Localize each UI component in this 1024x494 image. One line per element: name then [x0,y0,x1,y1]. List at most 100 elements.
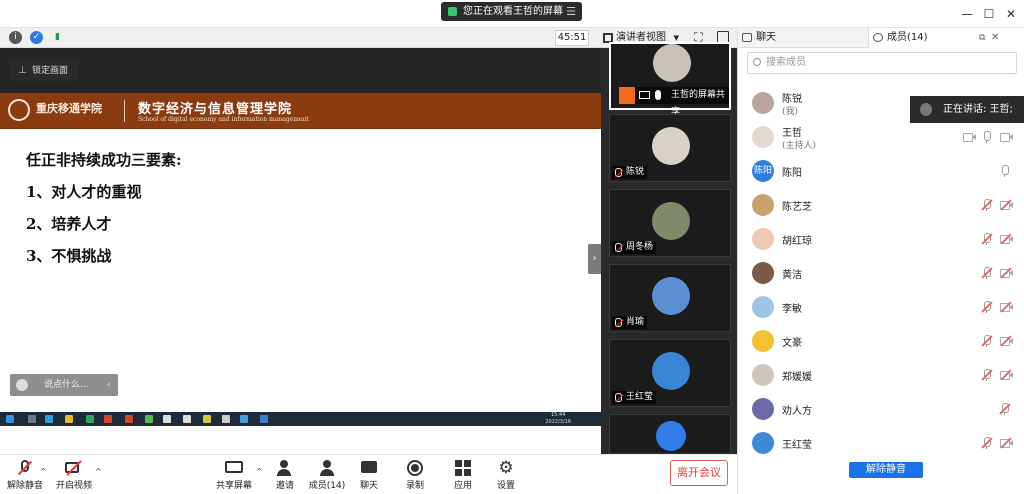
meeting-timer: 45:51 [555,30,589,46]
lock-view-label: 锁定画面 [32,66,69,76]
close-icon[interactable]: ✕ [991,28,999,48]
chevron-up-icon[interactable]: ^ [40,467,47,476]
share-bottom-area [0,426,601,454]
tile-name: 王红莹 [626,392,654,402]
invite-button[interactable]: 邀请 [262,459,308,493]
slide-title: 任正非持续成功三要素: [26,151,182,169]
pin-icon: ⊥ [18,65,27,76]
mic-icon[interactable] [1000,165,1010,177]
app-icon [203,415,211,423]
settings-button[interactable]: ⚙ 设置 [483,459,529,493]
popout-icon[interactable]: ⧉ [979,28,985,48]
menu-icon[interactable]: ☰ [566,2,576,21]
video-tile[interactable] [609,414,731,454]
member-row[interactable]: 李敏 [738,290,1024,324]
video-tile[interactable]: 王红莹 [609,339,731,407]
school-name: 数字经济与信息管理学院 [138,102,293,117]
unmute-all-button[interactable]: 解除静音 [849,462,923,478]
screen-share-icon [639,91,650,99]
video-tile[interactable]: 陈锐 [609,114,731,182]
emoji-icon[interactable] [16,379,28,391]
lock-view-button[interactable]: ⊥ 锁定画面 [10,60,78,82]
app-icon [183,415,191,423]
powerpoint-icon [125,415,133,423]
chat-button[interactable]: 聊天 [346,459,392,493]
slide-point: 2、培养人才 [26,215,112,233]
minimize-icon[interactable]: — [959,6,975,22]
mic-icon [655,90,661,100]
host-icon [619,87,635,104]
info-icon[interactable]: i [9,31,22,44]
member-name: 劝人方 [782,406,812,417]
tab-chat[interactable]: 聊天 [738,28,868,48]
chevron-left-icon[interactable]: ‹ [107,374,111,396]
taskbar-clock: 15:44 2022/3/16 [545,412,571,426]
member-row[interactable]: 王红莹 [738,426,1024,460]
member-search-input[interactable]: 搜索成员 [747,52,1017,74]
slide-point: 1、对人才的重视 [26,183,142,201]
member-row[interactable]: 劝人方 [738,392,1024,426]
participant-avatar [652,202,690,240]
maximize-icon[interactable]: ☐ [981,6,997,22]
speaking-text: 正在讲话: 王哲; [943,104,1013,115]
share-screen-label: 共享屏幕 [215,481,252,491]
share-screen-icon [225,460,243,476]
member-row[interactable]: 陈艺芝 [738,188,1024,222]
mic-muted-icon [615,243,622,252]
tile-name: 陈锐 [626,167,645,177]
member-row[interactable]: 黄洁 [738,256,1024,290]
shield-icon[interactable]: ✓ [30,31,43,44]
member-row[interactable]: 胡红琼 [738,222,1024,256]
record-button[interactable]: 录制 [392,459,438,493]
screen-share-icon[interactable] [963,131,976,143]
share-screen-button[interactable]: 共享屏幕 [211,459,257,493]
leave-meeting-button[interactable]: 离开会议 [670,460,728,486]
mic-muted-icon [615,393,622,402]
speaker-avatar [920,103,932,116]
member-row[interactable]: 陈阳 陈阳 [738,154,1024,188]
record-label: 录制 [405,481,424,491]
tab-members[interactable]: 成员(14) ⧉ ✕ [868,28,1024,48]
user-body [277,469,291,476]
avatar-fill [656,421,686,451]
member-name: 陈锐 [782,94,802,105]
wechat-icon [145,415,153,423]
presenter-top-band [0,48,601,93]
record-icon [406,460,424,476]
apps-button[interactable]: 应用 [440,459,486,493]
presenter-taskbar: 15:44 2022/3/16 [0,412,601,426]
search-icon [28,415,36,423]
member-name: 王红莹 [782,440,812,451]
video-tile[interactable]: 肖瑜 [609,264,731,332]
member-name: 陈艺芝 [782,202,812,213]
avatar [752,228,774,250]
member-name: 郑媛媛 [782,372,812,383]
member-row[interactable]: 文豪 [738,324,1024,358]
chevron-up-icon[interactable]: ^ [95,467,102,476]
camera-off-icon [65,460,83,476]
collapse-strip-button[interactable]: › [588,244,601,274]
camera-icon[interactable] [1000,131,1013,143]
participant-avatar [652,277,690,315]
close-icon[interactable]: ✕ [1003,6,1019,22]
member-row[interactable]: 王哲 (主持人) [738,120,1024,154]
invite-label: 邀请 [275,481,294,491]
screen-share-notice[interactable]: 您正在观看王哲的屏幕 ☰ [441,2,582,21]
windows-icon [6,415,14,423]
video-tile[interactable]: 周冬杨 [609,189,731,257]
participant-avatar [652,127,690,165]
meeting-window: 您正在观看王哲的屏幕 ☰ — ☐ ✕ i ✓ ▮ 45:51 演讲者视图 ▼ ⛶… [0,0,1024,494]
unmute-button[interactable]: 解除静音 [2,459,48,493]
members-button[interactable]: 成员(14) [304,459,350,493]
members-icon [318,460,336,476]
tab-members-label: 成员(14) [887,32,928,43]
start-video-button[interactable]: 开启视频 [51,459,97,493]
comment-input[interactable]: 说点什么... ‹ [10,374,118,396]
grid-cell [464,469,471,476]
signal-icon[interactable]: ▮ [51,31,64,44]
mic-icon[interactable] [982,131,992,143]
tile-label: 肖瑜 [612,316,648,329]
member-row[interactable]: 郑媛媛 [738,358,1024,392]
video-tile[interactable]: 王哲的屏幕共享 [609,42,731,117]
slide-banner: 重庆移通学院 数字经济与信息管理学院 School of digital eco… [0,93,601,129]
